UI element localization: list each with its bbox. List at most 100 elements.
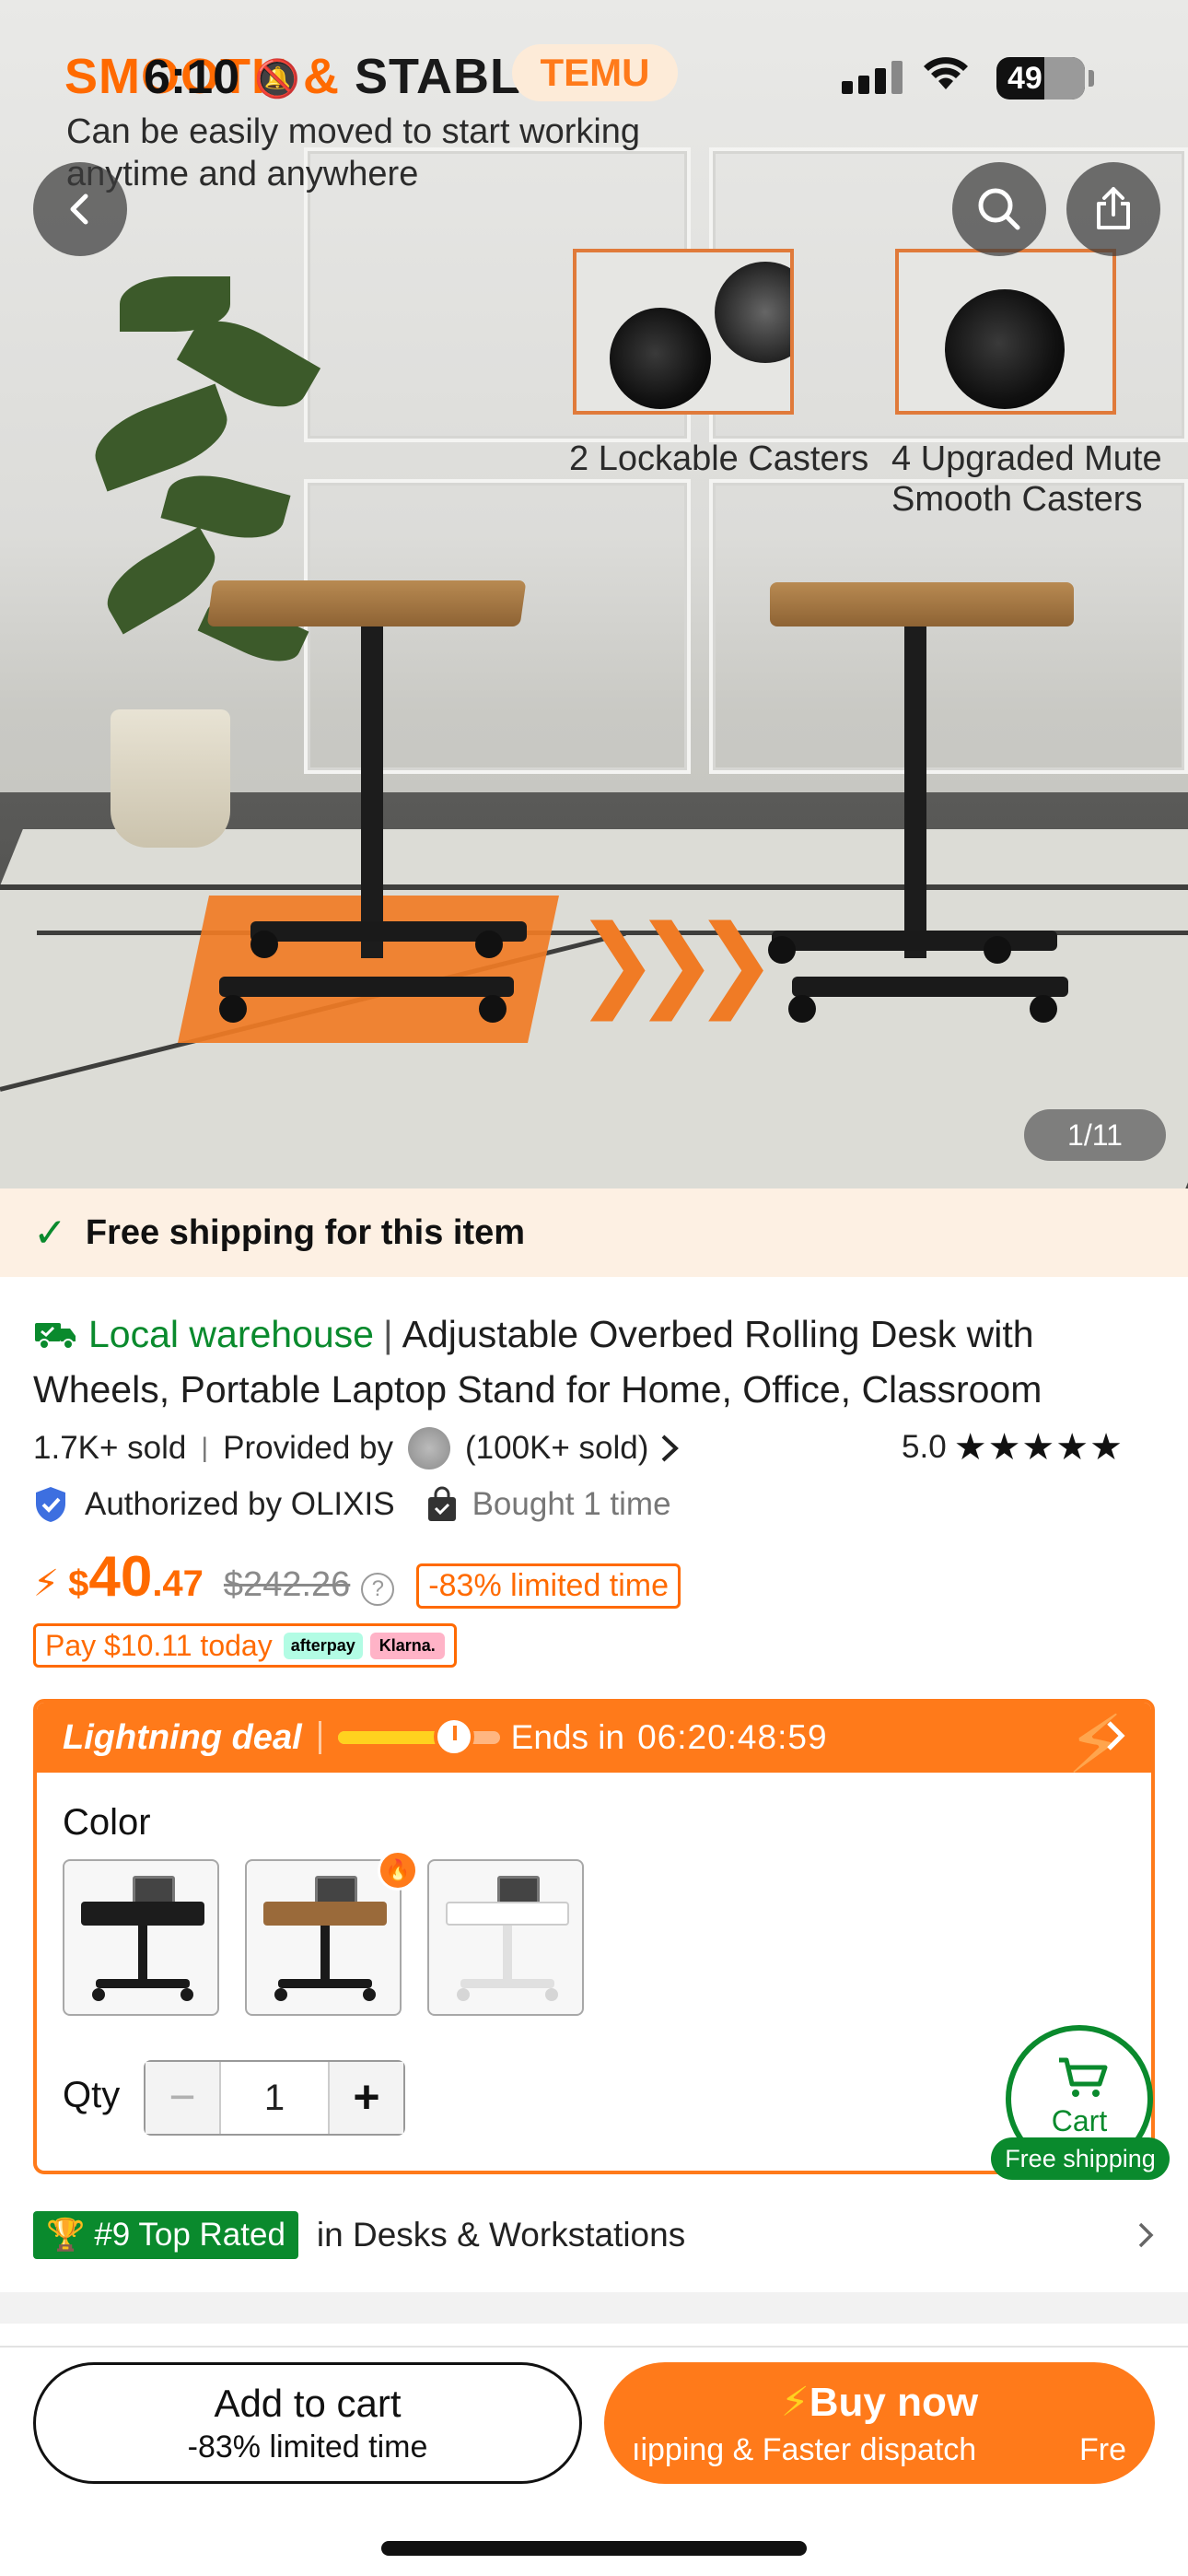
swatch-wheel: [92, 1988, 105, 2001]
image-counter: 1/11: [1024, 1109, 1166, 1161]
swatch-desk-base: [96, 1979, 190, 1988]
hero-headline: SMOOTH & STABLE: [64, 49, 555, 104]
quantity-stepper: − 1 +: [144, 2060, 405, 2136]
lightning-deal-card: Lightning deal Ends in 06:20:48:59 ⚡ Col…: [33, 1699, 1155, 2174]
price-row: ⚡ $ 40 .47 $242.26 ? -83% limited time: [33, 1544, 681, 1609]
quantity-value[interactable]: 1: [221, 2062, 328, 2134]
swatch-desk-base: [278, 1979, 372, 1988]
swatch-wheel: [274, 1988, 287, 2001]
title-separator: |: [382, 1313, 393, 1355]
swatch-wheel: [363, 1988, 376, 2001]
checkmark-icon: ✓: [33, 1210, 67, 1256]
buy-now-sublabel-scroll: Fre: [1079, 2432, 1126, 2467]
swatch-wheel: [181, 1988, 193, 2001]
discount-badge: -83% limited time: [416, 1563, 681, 1609]
truck-icon: [35, 1323, 76, 1350]
ends-in-label: Ends in: [510, 1718, 625, 1756]
shopping-bag-icon: [427, 1486, 456, 1521]
chevron-right-icon[interactable]: [658, 1433, 681, 1464]
authorized-by-text[interactable]: Authorized by OLIXIS: [85, 1486, 395, 1523]
lightning-deal-header[interactable]: Lightning deal Ends in 06:20:48:59 ⚡: [37, 1703, 1151, 1790]
desk-wheel: [250, 931, 278, 958]
app-badge: TEMU: [512, 44, 678, 101]
wall-panel-decor: [709, 479, 1188, 774]
quantity-decrement-button[interactable]: −: [146, 2062, 221, 2134]
rating[interactable]: 5.0 ★★★★★: [902, 1426, 1124, 1469]
swatch-desk-top: [263, 1902, 387, 1926]
chevron-right-icon: [1107, 1721, 1125, 1751]
cart-free-shipping-pill: Free shipping: [991, 2137, 1170, 2180]
afterpay-logo: afterpay: [283, 1632, 363, 1659]
quantity-increment-button[interactable]: +: [328, 2062, 403, 2134]
fire-icon: 🔥: [378, 1850, 418, 1891]
home-indicator[interactable]: [381, 2541, 807, 2556]
search-button[interactable]: [952, 162, 1046, 256]
caster-label-mute: 4 Upgraded Mute Smooth Casters: [891, 439, 1162, 519]
desk-illustration-pole: [904, 626, 926, 958]
provided-by-label[interactable]: Provided by: [223, 1430, 393, 1467]
desk-wheel: [479, 995, 507, 1023]
swatch-desk-pole: [503, 1926, 512, 1981]
provider-sold-count[interactable]: (100K+ sold): [465, 1430, 648, 1467]
desk-illustration-top: [770, 582, 1074, 626]
installment-offer[interactable]: Pay $10.11 today afterpay Klarna.: [33, 1623, 457, 1668]
back-button[interactable]: [33, 162, 127, 256]
rug-pattern: [0, 884, 1188, 890]
desk-wheel: [219, 995, 247, 1023]
desk-illustration-pole: [361, 626, 383, 958]
caster-inset-lockable: [573, 249, 794, 415]
desk-illustration-base: [219, 977, 514, 997]
swatch-wheel: [545, 1988, 558, 2001]
deal-progress-bar: [337, 1716, 500, 1757]
ranking-row[interactable]: 🏆 #9 Top Rated in Desks & Workstations: [33, 2207, 1157, 2263]
buy-now-button[interactable]: ⚡Buy now ıipping & Faster dispatch Fre: [604, 2362, 1155, 2484]
add-to-cart-sublabel: -83% limited time: [187, 2430, 428, 2465]
rating-value: 5.0: [902, 1429, 947, 1465]
move-arrows: ❯❯❯: [575, 906, 777, 1019]
provider-avatar[interactable]: [408, 1427, 450, 1469]
top-rated-badge: 🏆 #9 Top Rated: [33, 2211, 298, 2259]
local-warehouse-label[interactable]: Local warehouse: [88, 1313, 374, 1355]
section-divider: [0, 2292, 1188, 2324]
meta-separator: |: [201, 1433, 209, 1463]
countdown-timer: 06:20:48:59: [637, 1718, 828, 1756]
battery-tip: [1089, 70, 1094, 87]
sold-count: 1.7K+ sold: [33, 1430, 187, 1466]
color-label: Color: [63, 1802, 151, 1843]
swatch-desk-pole: [138, 1926, 147, 1981]
chevron-right-icon: [1138, 2222, 1154, 2248]
plant-leaf: [85, 383, 238, 492]
price-decimal: .47: [152, 1563, 204, 1604]
free-shipping-text: Free shipping for this item: [85, 1212, 526, 1252]
swatch-desk-top: [446, 1902, 569, 1926]
desk-wheel: [475, 931, 503, 958]
bottom-bar-border: [0, 2346, 1188, 2348]
share-icon: [1097, 187, 1130, 229]
price-integer: 40: [88, 1545, 153, 1609]
help-icon[interactable]: ?: [361, 1573, 395, 1606]
desk-wheel: [1030, 995, 1057, 1023]
color-swatch-white[interactable]: [427, 1859, 584, 2016]
wifi-icon: [923, 52, 969, 102]
color-swatch-brown[interactable]: [245, 1859, 402, 2016]
silent-bell-icon: 🔕: [254, 59, 300, 100]
hero-subtitle: Can be easily moved to start working any…: [66, 112, 641, 193]
bought-count: Bought 1 time: [472, 1486, 671, 1522]
swatch-desk-base: [460, 1979, 554, 1988]
color-swatch-black[interactable]: [63, 1859, 219, 2016]
cellular-signal-icon: [842, 61, 903, 94]
status-time: 6:10: [144, 51, 240, 104]
original-price: $242.26: [223, 1565, 351, 1604]
authorization-row: Authorized by OLIXIS Bought 1 time: [33, 1481, 671, 1528]
quantity-label: Qty: [63, 2075, 121, 2115]
pay-today-text: Pay $10.11 today: [45, 1628, 273, 1662]
lightning-deal-label: Lightning deal: [63, 1717, 302, 1757]
buy-now-label: ⚡Buy now: [780, 2380, 979, 2425]
cart-icon: [1059, 2057, 1108, 2097]
trophy-icon: 🏆: [46, 2218, 86, 2253]
free-shipping-banner: ✓ Free shipping for this item: [0, 1188, 1188, 1277]
caster-label-lockable: 2 Lockable Casters: [569, 439, 869, 478]
add-to-cart-button[interactable]: Add to cart -83% limited time: [33, 2362, 582, 2484]
share-button[interactable]: [1066, 162, 1160, 256]
desk-illustration-top: [206, 580, 527, 626]
